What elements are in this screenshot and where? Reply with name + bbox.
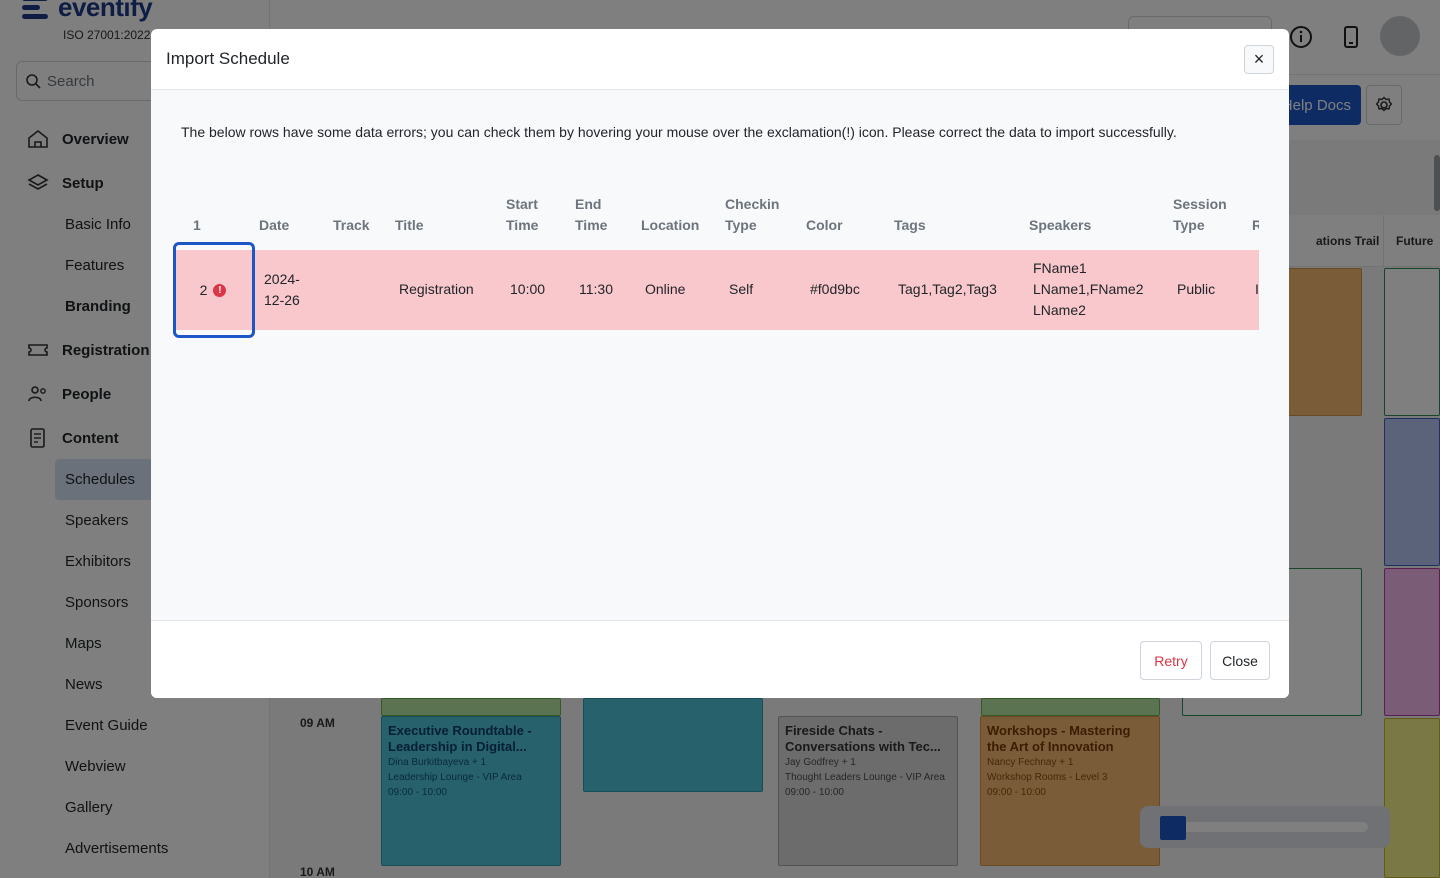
cell-title: Registration	[399, 281, 474, 297]
modal-title: Import Schedule	[166, 49, 290, 68]
column-header-end-time: End Time	[575, 196, 608, 233]
row-number-focus-ring	[173, 242, 255, 338]
column-header-title: Title	[395, 217, 424, 233]
modal-body: The below rows have some data errors; yo…	[151, 90, 1289, 620]
column-header-tags: Tags	[894, 217, 926, 233]
column-header-speakers: Speakers	[1029, 217, 1092, 233]
close-icon: ×	[1253, 49, 1265, 69]
column-header-truncated: R	[1252, 217, 1259, 233]
column-header-start-time: Start Time	[506, 196, 539, 233]
column-header-location: Location	[641, 217, 700, 233]
column-header-checkin-type: Checkin Type	[725, 196, 780, 233]
cell-tags: Tag1,Tag2,Tag3	[898, 281, 997, 297]
column-header-date: Date	[259, 217, 290, 233]
column-header-index: 1	[193, 217, 201, 233]
modal-header: Import Schedule	[151, 29, 1289, 90]
cell-session-type: Public	[1177, 281, 1216, 297]
import-schedule-modal: Import Schedule × The below rows have so…	[151, 29, 1289, 698]
cell-location: Online	[645, 281, 686, 297]
cell-start-time: 10:00	[510, 281, 546, 297]
column-header-track: Track	[333, 217, 370, 233]
column-header-session-type: Session Type	[1173, 196, 1227, 233]
cell-color: #f0d9bc	[810, 281, 860, 297]
column-header-color: Color	[806, 217, 843, 233]
table-row-error[interactable]: 2 ! 2024-12-26 Registration 10:00 11:30 …	[173, 250, 1259, 330]
cell-end-time: 11:30	[579, 281, 613, 297]
cell-checkin-type: Self	[729, 281, 754, 297]
close-button[interactable]: Close	[1210, 641, 1270, 680]
modal-footer: Retry Close	[151, 620, 1289, 698]
modal-close-button[interactable]: ×	[1244, 45, 1274, 74]
retry-button[interactable]: Retry	[1140, 641, 1202, 680]
cell-date: 2024-12-26	[264, 271, 300, 308]
error-notice: The below rows have some data errors; yo…	[181, 124, 1177, 140]
cell-truncated: I	[1255, 281, 1259, 297]
cell-speakers: FName1 LName1,FName2 LName2	[1033, 260, 1144, 318]
import-preview-table[interactable]: 1 Date Track Title Start Time End Time L…	[173, 194, 1259, 330]
